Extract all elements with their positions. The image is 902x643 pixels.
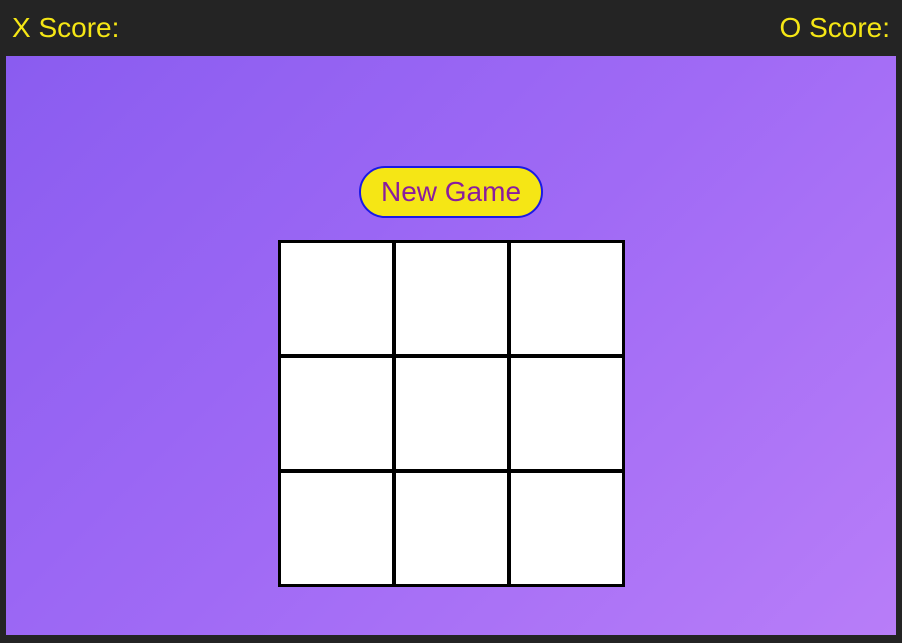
cell-2-1[interactable] — [395, 472, 508, 585]
cell-0-1[interactable] — [395, 242, 508, 355]
x-score-label: X Score: — [12, 12, 119, 44]
cell-2-0[interactable] — [280, 472, 393, 585]
new-game-button[interactable]: New Game — [359, 166, 543, 218]
cell-1-2[interactable] — [510, 357, 623, 470]
game-area: New Game — [6, 56, 896, 635]
cell-0-0[interactable] — [280, 242, 393, 355]
score-header: X Score: O Score: — [0, 0, 902, 56]
cell-0-2[interactable] — [510, 242, 623, 355]
cell-1-0[interactable] — [280, 357, 393, 470]
o-score-label: O Score: — [780, 12, 890, 44]
cell-2-2[interactable] — [510, 472, 623, 585]
game-board — [278, 240, 625, 587]
cell-1-1[interactable] — [395, 357, 508, 470]
